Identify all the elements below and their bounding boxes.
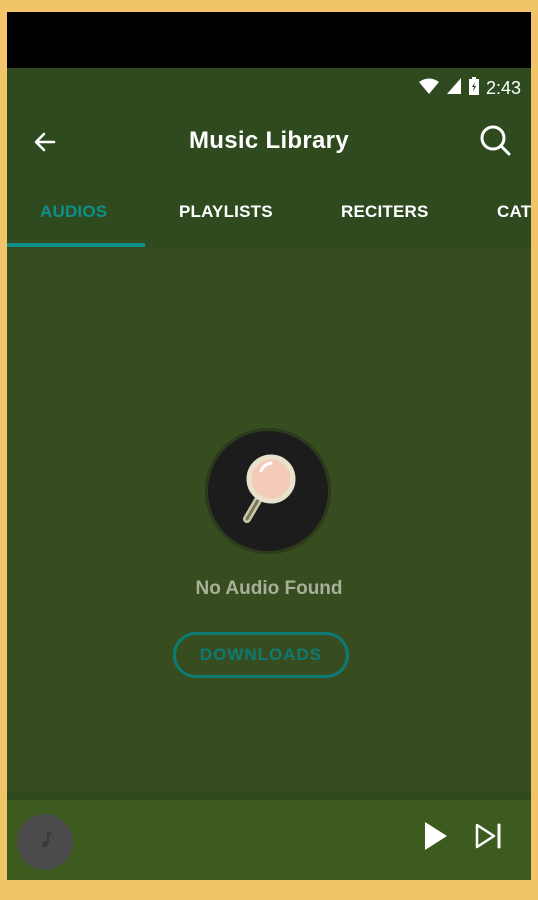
skip-next-button[interactable] <box>471 820 507 856</box>
tab-cat[interactable]: CAT <box>497 202 531 222</box>
search-button[interactable] <box>475 122 515 162</box>
magnifier-icon <box>233 449 303 534</box>
tab-bar: AUDIOS PLAYLISTS RECITERS CAT <box>7 178 531 248</box>
status-time: 2:43 <box>485 78 521 98</box>
tab-audios[interactable]: AUDIOS <box>40 202 107 222</box>
app-bar: Music Library <box>7 108 531 178</box>
content-area: No Audio Found DOWNLOADS <box>7 248 531 792</box>
empty-state-icon <box>205 428 331 554</box>
mini-player <box>7 792 531 880</box>
play-icon <box>421 820 449 857</box>
empty-state-message: No Audio Found <box>195 578 343 599</box>
status-icons: 2:43 <box>418 76 521 101</box>
downloads-button[interactable]: DOWNLOADS <box>173 632 349 678</box>
status-bar: 2:43 <box>7 68 531 108</box>
play-button[interactable] <box>417 820 453 856</box>
device-frame: 2:43 Music Library AUDIOS PLAYLISTS RECI… <box>7 12 531 880</box>
tab-indicator <box>7 243 145 247</box>
tab-reciters[interactable]: RECITERS <box>341 202 429 222</box>
tab-playlists[interactable]: PLAYLISTS <box>179 202 273 222</box>
battery-icon <box>468 76 480 101</box>
player-thumbnail[interactable] <box>17 814 73 870</box>
page-title: Music Library <box>189 127 349 154</box>
search-icon <box>478 123 512 162</box>
music-note-icon <box>36 831 54 854</box>
signal-icon <box>446 77 462 100</box>
skip-next-icon <box>474 822 504 855</box>
wifi-icon <box>418 77 440 100</box>
